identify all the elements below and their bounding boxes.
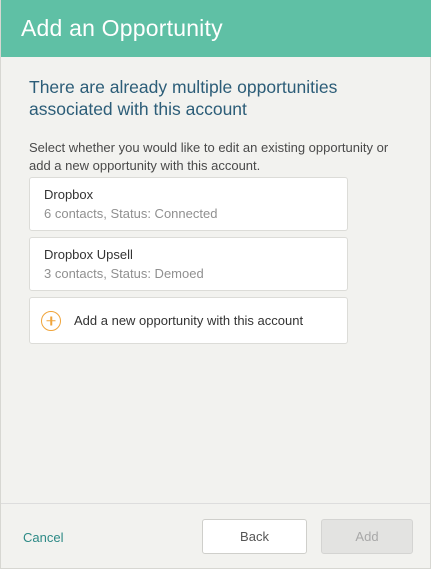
add-new-opportunity-label: Add a new opportunity with this account	[74, 313, 304, 328]
cancel-link[interactable]: Cancel	[23, 530, 63, 545]
opportunity-meta: 6 contacts, Status: Connected	[44, 206, 218, 221]
dialog-instructions: Select whether you would like to edit an…	[29, 140, 389, 173]
opportunity-name: Dropbox	[44, 187, 94, 202]
plus-circle-icon	[41, 310, 61, 331]
opportunity-item-dropbox-upsell[interactable]: Dropbox Upsell 3 contacts, Status: Demoe…	[29, 237, 348, 291]
dialog-header: Add an Opportunity	[1, 0, 431, 57]
add-new-opportunity-option[interactable]: Add a new opportunity with this account	[29, 297, 348, 344]
opportunity-options: Dropbox 6 contacts, Status: Connected Dr…	[29, 177, 348, 350]
dialog-footer: Cancel Back Add	[1, 503, 430, 568]
opportunity-name: Dropbox Upsell	[44, 247, 133, 262]
dialog-title: Add an Opportunity	[21, 15, 223, 41]
back-button[interactable]: Back	[202, 519, 307, 554]
dialog-body: There are already multiple opportunities…	[29, 76, 409, 175]
add-opportunity-dialog: Add an Opportunity There are already mul…	[0, 0, 431, 569]
add-button[interactable]: Add	[321, 519, 413, 554]
dialog-heading: There are already multiple opportunities…	[29, 77, 338, 119]
opportunity-meta: 3 contacts, Status: Demoed	[44, 266, 204, 281]
opportunity-item-dropbox[interactable]: Dropbox 6 contacts, Status: Connected	[29, 177, 348, 231]
